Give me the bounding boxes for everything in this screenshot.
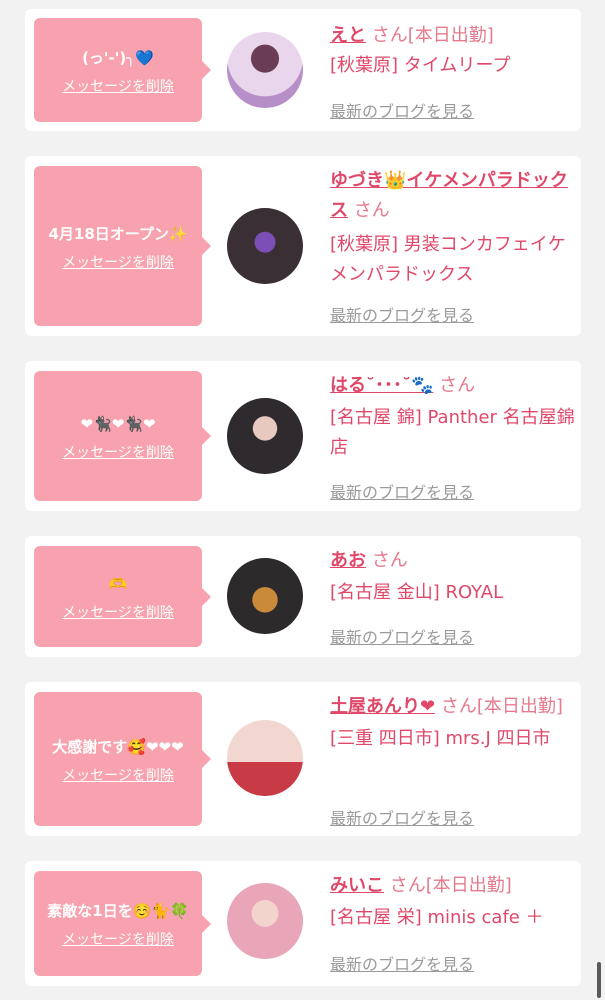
- message-text: 大感謝です🥰❤❤❤: [52, 737, 184, 756]
- shop-label: [名古屋 栄] minis cafe ＋: [330, 907, 544, 928]
- message-bubble: ❤🐈‍⬛❤🐈‍⬛❤ メッセージを削除: [34, 371, 211, 501]
- delete-message-link[interactable]: メッセージを削除: [62, 442, 174, 462]
- shop-label: [三重 四日市] mrs.J 四日市: [330, 728, 551, 749]
- scrollbar[interactable]: [597, 962, 601, 998]
- message-text: 4月18日オープン✨: [48, 224, 188, 243]
- latest-blog-link[interactable]: 最新のブログを見る: [330, 805, 474, 829]
- member-card: ❤🐈‍⬛❤🐈‍⬛❤ メッセージを削除 はる˘･･･˘🐾 さん [名古屋 錦] P…: [25, 361, 581, 511]
- avatar[interactable]: [227, 32, 303, 108]
- member-card: 素敵な1日を☺️🐈🍀 メッセージを削除 みいこ さん[本日出勤] [名古屋 栄]…: [25, 861, 581, 986]
- latest-blog-link[interactable]: 最新のブログを見る: [330, 98, 474, 122]
- latest-blog-link[interactable]: 最新のブログを見る: [330, 302, 474, 326]
- member-card: 🫶 メッセージを削除 あお さん [名古屋 金山] ROYAL 最新のブログを見…: [25, 536, 581, 657]
- member-suffix: さん: [371, 550, 408, 571]
- shop-label: [秋葉原] タイムリープ: [330, 55, 511, 76]
- member-name-link[interactable]: 土屋あんり❤: [330, 696, 435, 717]
- member-suffix: さん[本日出勤]: [389, 875, 512, 896]
- avatar[interactable]: [227, 398, 303, 474]
- delete-message-link[interactable]: メッセージを削除: [62, 929, 174, 949]
- member-card: (っ'-')╮💙 メッセージを削除 えと さん[本日出勤] [秋葉原] タイムリ…: [25, 9, 581, 131]
- member-name-link[interactable]: みいこ: [330, 875, 384, 896]
- latest-blog-link[interactable]: 最新のブログを見る: [330, 951, 474, 975]
- delete-message-link[interactable]: メッセージを削除: [62, 602, 174, 622]
- avatar[interactable]: [227, 558, 303, 634]
- member-suffix: さん: [439, 375, 476, 396]
- message-text: ❤🐈‍⬛❤🐈‍⬛❤: [80, 414, 156, 433]
- latest-blog-link[interactable]: 最新のブログを見る: [330, 479, 474, 503]
- avatar[interactable]: [227, 208, 303, 284]
- shop-label: [名古屋 錦] Panther 名古屋錦店: [330, 407, 575, 458]
- member-suffix: さん: [353, 200, 390, 221]
- delete-message-link[interactable]: メッセージを削除: [62, 252, 174, 272]
- message-bubble: 4月18日オープン✨ メッセージを削除: [34, 166, 211, 326]
- member-name-link[interactable]: あお: [330, 550, 366, 571]
- member-suffix: さん[本日出勤]: [440, 696, 563, 717]
- avatar[interactable]: [227, 720, 303, 796]
- latest-blog-link[interactable]: 最新のブログを見る: [330, 624, 474, 648]
- message-bubble: (っ'-')╮💙 メッセージを削除: [34, 18, 211, 122]
- message-text: (っ'-')╮💙: [82, 48, 154, 67]
- member-name-link[interactable]: えと: [330, 25, 366, 46]
- member-suffix: さん[本日出勤]: [371, 25, 494, 46]
- member-card: 4月18日オープン✨ メッセージを削除 ゆづき👑イケメンパラドックス さん [秋…: [25, 156, 581, 336]
- message-bubble: 大感謝です🥰❤❤❤ メッセージを削除: [34, 692, 211, 826]
- delete-message-link[interactable]: メッセージを削除: [62, 76, 174, 96]
- shop-label: [名古屋 金山] ROYAL: [330, 582, 504, 603]
- delete-message-link[interactable]: メッセージを削除: [62, 765, 174, 785]
- message-bubble: 🫶 メッセージを削除: [34, 546, 211, 647]
- message-text: 🫶: [108, 575, 128, 593]
- message-text: 素敵な1日を☺️🐈🍀: [47, 902, 189, 920]
- avatar[interactable]: [227, 883, 303, 959]
- message-bubble: 素敵な1日を☺️🐈🍀 メッセージを削除: [34, 871, 211, 976]
- member-name-link[interactable]: はる˘･･･˘🐾: [330, 375, 433, 396]
- member-card: 大感謝です🥰❤❤❤ メッセージを削除 土屋あんり❤ さん[本日出勤] [三重 四…: [25, 682, 581, 836]
- shop-label: [秋葉原] 男装コンカフェイケメンパラドックス: [330, 234, 566, 285]
